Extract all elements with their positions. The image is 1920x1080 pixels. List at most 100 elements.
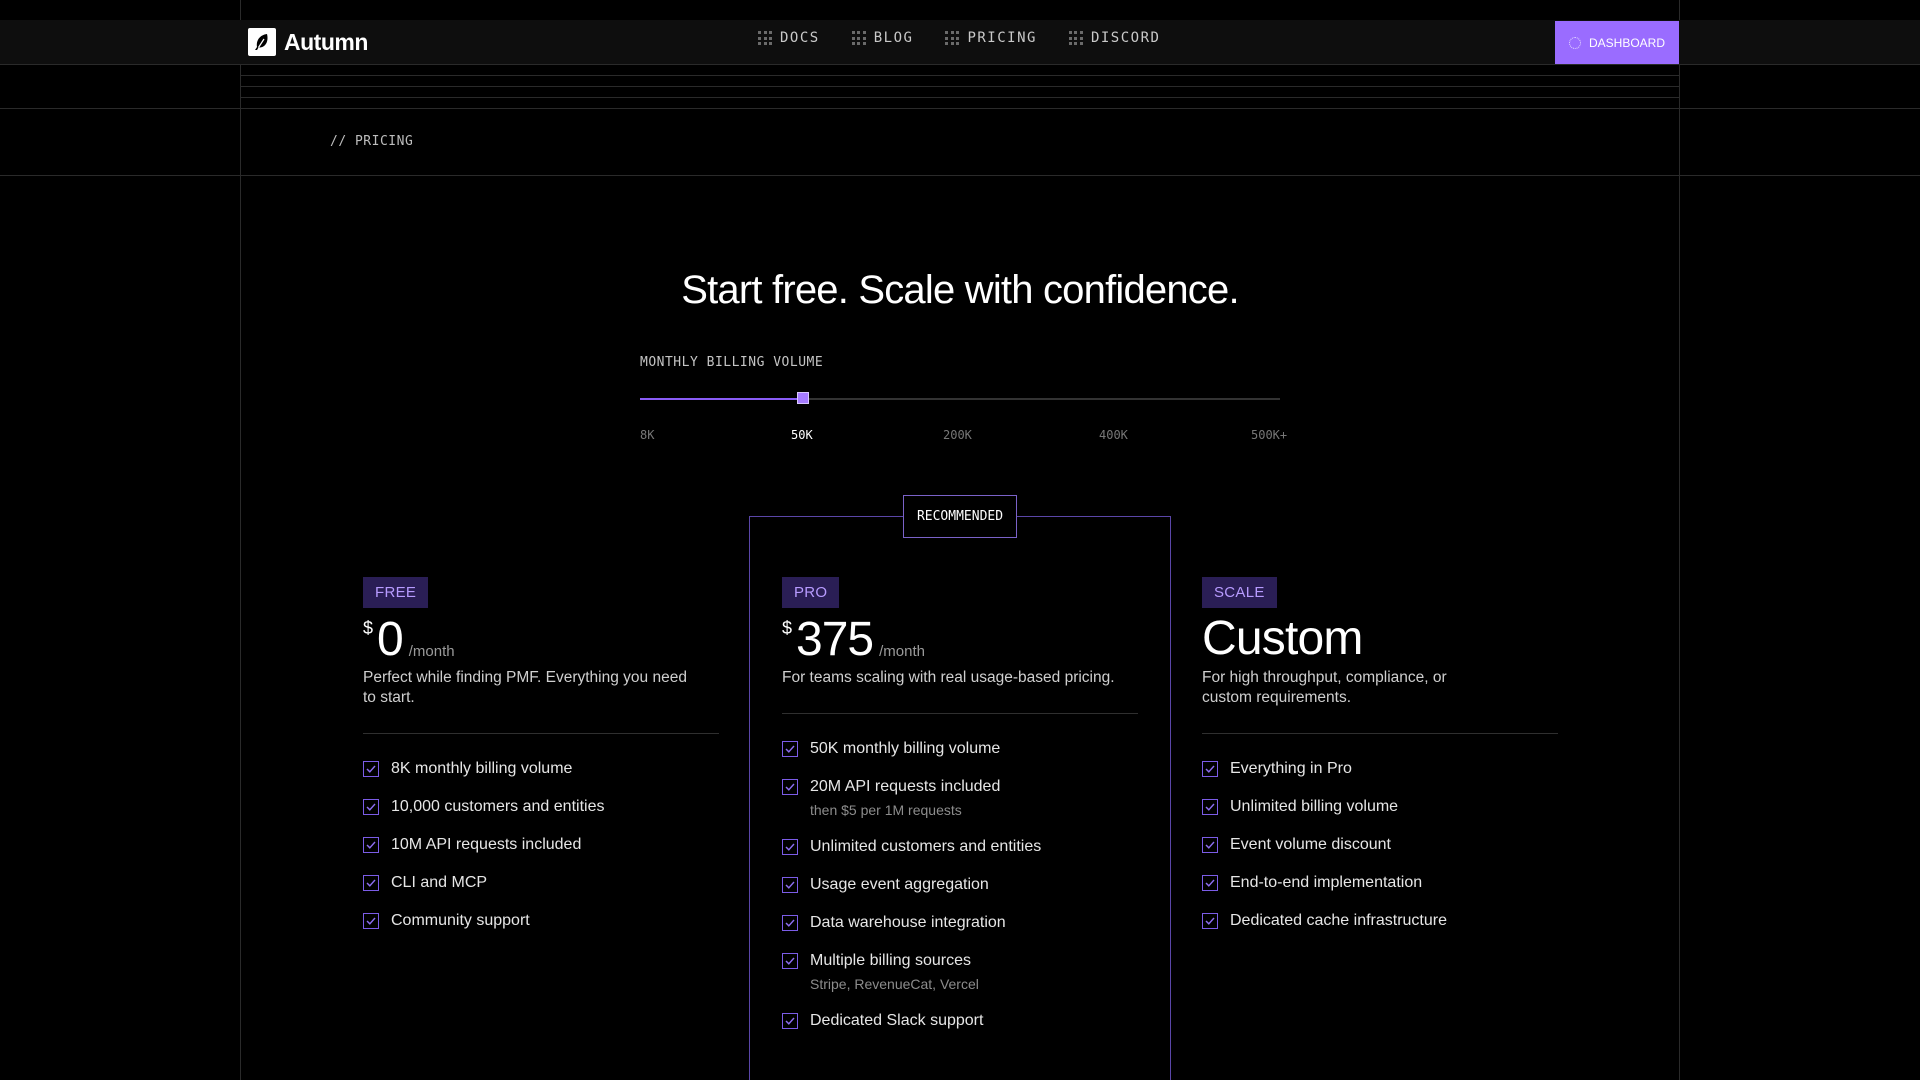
- pro-feature-item: Data warehouse integration: [782, 913, 1138, 933]
- free-feature-text: CLI and MCP: [391, 874, 488, 891]
- free-amount: 0: [377, 613, 404, 666]
- pro-feature-item: Usage event aggregation: [782, 875, 1138, 895]
- free-features: 8K monthly billing volume 10,000 customer…: [363, 759, 719, 949]
- checkbox-check-icon: [782, 741, 798, 757]
- pro-feature-text: Data warehouse integration: [810, 914, 1006, 931]
- pro-feature-content: Dedicated Slack support: [810, 1011, 983, 1031]
- pro-feature-item: 20M API requests included then $5 per 1M …: [782, 777, 1138, 819]
- pro-price: $ 375 /month: [782, 614, 925, 666]
- autumn-leaf-icon: [248, 28, 276, 56]
- recommended-badge: RECOMMENDED: [903, 495, 1017, 538]
- nav-blog-label: BLOG: [873, 30, 914, 46]
- scale-feature-item: Dedicated cache infrastructure: [1202, 911, 1558, 931]
- checkbox-check-icon: [782, 1013, 798, 1029]
- pro-feature-text: 20M API requests included: [810, 778, 1001, 795]
- checkbox-check-icon: [363, 913, 379, 929]
- free-feature-content: 10,000 customers and entities: [391, 797, 604, 817]
- scale-feature-text: Everything in Pro: [1230, 760, 1352, 777]
- scale-feature-content: Everything in Pro: [1230, 759, 1352, 779]
- brand-name: Autumn: [284, 28, 368, 55]
- pro-features: 50K monthly billing volume 20M API reques…: [782, 739, 1138, 1049]
- pricing-grid-icon: [945, 31, 960, 45]
- free-feature-text: Community support: [391, 912, 530, 929]
- pro-feature-subtext: then $5 per 1M requests: [810, 802, 962, 818]
- pro-feature-content: 50K monthly billing volume: [810, 739, 1000, 759]
- scale-feature-item: Unlimited billing volume: [1202, 797, 1558, 817]
- checkbox-check-icon: [1202, 875, 1218, 891]
- scale-price-label: Custom: [1202, 612, 1363, 665]
- pro-period: /month: [879, 643, 925, 660]
- free-price: $ 0 /month: [363, 614, 455, 666]
- checkbox-check-icon: [1202, 761, 1218, 777]
- free-tier-badge: FREE: [363, 577, 429, 608]
- scale-feature-text: Unlimited billing volume: [1230, 798, 1399, 815]
- docs-grid-icon: [758, 31, 772, 45]
- free-feature-item: 10,000 customers and entities: [363, 797, 719, 817]
- scale-feature-content: End-to-end implementation: [1230, 873, 1422, 893]
- checkbox-check-icon: [782, 915, 798, 931]
- breadcrumb: // PRICING: [330, 134, 414, 149]
- checkbox-check-icon: [1202, 837, 1218, 853]
- scale-feature-item: Everything in Pro: [1202, 759, 1558, 779]
- free-feature-item: 10M API requests included: [363, 835, 719, 855]
- free-currency: $: [363, 618, 374, 638]
- free-feature-content: CLI and MCP: [391, 873, 487, 893]
- nav-docs[interactable]: DOCS: [758, 30, 820, 46]
- slider-tick[interactable]: 50K: [791, 428, 813, 442]
- billing-volume-slider[interactable]: [640, 392, 1280, 404]
- slider-label: MONTHLY BILLING VOLUME: [640, 355, 824, 370]
- scale-feature-text: Event volume discount: [1230, 836, 1391, 853]
- scale-features: Everything in Pro Unlimited billing volum…: [1202, 759, 1558, 949]
- nav-pricing[interactable]: PRICING: [945, 30, 1037, 46]
- scale-feature-content: Dedicated cache infrastructure: [1230, 911, 1447, 931]
- pro-feature-text: Usage event aggregation: [810, 876, 989, 893]
- pro-feature-content: Usage event aggregation: [810, 875, 989, 895]
- slider-tick[interactable]: 8K: [640, 428, 654, 442]
- slider-tick[interactable]: 400K: [1099, 428, 1128, 442]
- pro-feature-content: Data warehouse integration: [810, 913, 1006, 933]
- free-feature-item: 8K monthly billing volume: [363, 759, 719, 779]
- slider-thumb[interactable]: [797, 392, 809, 404]
- pro-feature-content: Unlimited customers and entities: [810, 837, 1041, 857]
- scale-feature-item: End-to-end implementation: [1202, 873, 1558, 893]
- checkbox-check-icon: [782, 877, 798, 893]
- pro-feature-text: Unlimited customers and entities: [810, 838, 1042, 855]
- scale-tier-badge: SCALE: [1202, 577, 1277, 608]
- nav-docs-label: DOCS: [780, 30, 820, 46]
- free-feature-item: CLI and MCP: [363, 873, 719, 893]
- checkbox-check-icon: [1202, 799, 1218, 815]
- pro-feature-item: Multiple billing sources Stripe, RevenueC…: [782, 951, 1138, 993]
- nav-blog[interactable]: BLOG: [851, 30, 914, 46]
- discord-grid-icon: [1068, 31, 1083, 45]
- pro-description: For teams scaling with real usage-based …: [782, 669, 1115, 686]
- free-feature-content: Community support: [391, 911, 530, 931]
- pro-feature-content: 20M API requests included then $5 per 1M …: [810, 777, 1000, 819]
- slider-fill: [640, 398, 803, 400]
- nav-discord[interactable]: DISCORD: [1068, 30, 1161, 46]
- nav-pricing-label: PRICING: [967, 30, 1037, 46]
- scale-feature-text: End-to-end implementation: [1230, 874, 1423, 891]
- dashboard-button[interactable]: DASHBOARD: [1555, 21, 1679, 64]
- free-feature-content: 8K monthly billing volume: [391, 759, 572, 779]
- main-nav: DOCS BLOG PRICING DISCORD: [758, 30, 1160, 46]
- pro-feature-text: 50K monthly billing volume: [810, 740, 1001, 757]
- nav-discord-label: DISCORD: [1090, 30, 1161, 46]
- checkbox-check-icon: [363, 761, 379, 777]
- slider-tick[interactable]: 500K+: [1251, 428, 1287, 442]
- checkbox-check-icon: [782, 953, 798, 969]
- scale-divider: [1202, 733, 1558, 734]
- brand-logo[interactable]: Autumn: [248, 28, 368, 56]
- page-title: Start free. Scale with confidence.: [681, 268, 1239, 312]
- free-period: /month: [408, 643, 455, 660]
- dashboard-dot-icon: [1568, 36, 1581, 49]
- scale-feature-content: Event volume discount: [1230, 835, 1391, 855]
- checkbox-check-icon: [782, 779, 798, 795]
- free-description: Perfect while finding PMF. Everything yo…: [363, 669, 687, 706]
- pro-feature-text: Multiple billing sources: [810, 952, 971, 969]
- checkbox-check-icon: [363, 875, 379, 891]
- slider-tick[interactable]: 200K: [943, 428, 972, 442]
- free-feature-content: 10M API requests included: [391, 835, 581, 855]
- dashboard-label: DASHBOARD: [1588, 35, 1665, 50]
- pro-feature-text: Dedicated Slack support: [810, 1012, 984, 1029]
- scale-description: For high throughput, compliance, or cust…: [1202, 669, 1447, 706]
